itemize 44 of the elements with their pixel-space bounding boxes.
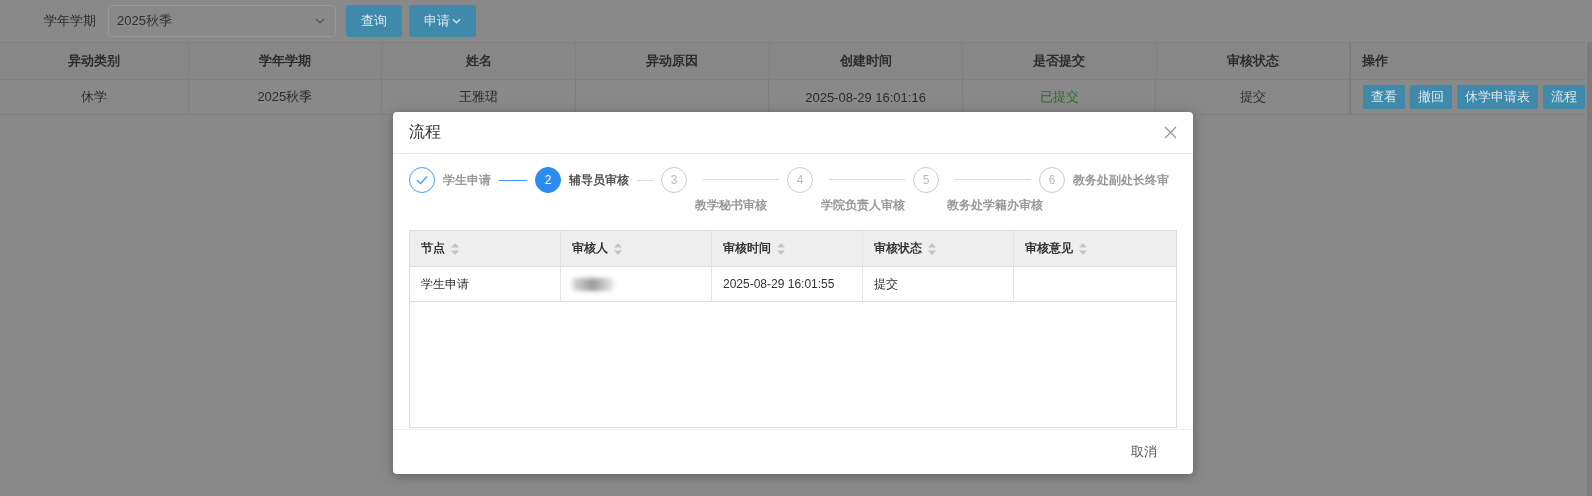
column-header: 是否提交 [963,43,1157,79]
table-cell: 2025-08-29 16:01:55 [723,277,835,291]
table-cell: 学生申请 [421,275,469,293]
chevron-down-icon [315,18,325,24]
action-button[interactable]: 流程 [1542,85,1585,109]
close-icon[interactable] [1164,126,1177,139]
action-button[interactable]: 查看 [1362,85,1405,109]
column-header: 创建时间 [769,43,964,79]
sort-icon[interactable] [614,242,622,255]
sort-icon[interactable] [1079,242,1087,255]
column-header: 异动原因 [575,43,770,79]
column-header: 审核状态 [1156,43,1351,79]
dialog-title: 流程 [409,122,441,142]
step-title: 学院负责人审核 [821,197,905,214]
column-header: 姓名 [382,43,576,79]
filter-label: 学年学期 [44,12,96,30]
column-header: 操作 [1350,43,1585,79]
apply-button[interactable]: 申请 [409,5,476,37]
step-title: 学生申请 [443,172,491,189]
table-cell: 2025秋季 [188,80,383,114]
column-header: 学年学期 [188,43,383,79]
step-title: 教务处学籍办审核 [947,197,1043,214]
cancel-button[interactable]: 取消 [1125,439,1163,465]
sort-icon[interactable] [777,242,785,255]
table-cell: 休学 [0,80,189,114]
column-header: 审核人 [572,240,608,257]
query-button[interactable]: 查询 [346,5,402,37]
action-button[interactable]: 撤回 [1409,85,1452,109]
term-select[interactable]: 2025秋季 [108,5,336,37]
table-cell: 提交 [874,275,898,293]
sort-icon[interactable] [451,242,459,255]
chevron-down-icon [452,18,461,24]
column-header: 异动类别 [0,43,189,79]
column-header: 审核时间 [723,240,771,257]
column-header: 节点 [421,240,445,257]
step-title: 辅导员审核 [569,172,629,189]
step-title: 教学秘书审核 [695,197,767,214]
column-header: 审核状态 [874,240,922,257]
sort-icon[interactable] [928,242,936,255]
blurred-name [572,277,614,291]
column-header: 审核意见 [1025,240,1073,257]
step-number: 2 [535,167,561,193]
step-title: 教务处副处长终审 [1073,172,1169,189]
action-button[interactable]: 休学申请表 [1456,85,1538,109]
